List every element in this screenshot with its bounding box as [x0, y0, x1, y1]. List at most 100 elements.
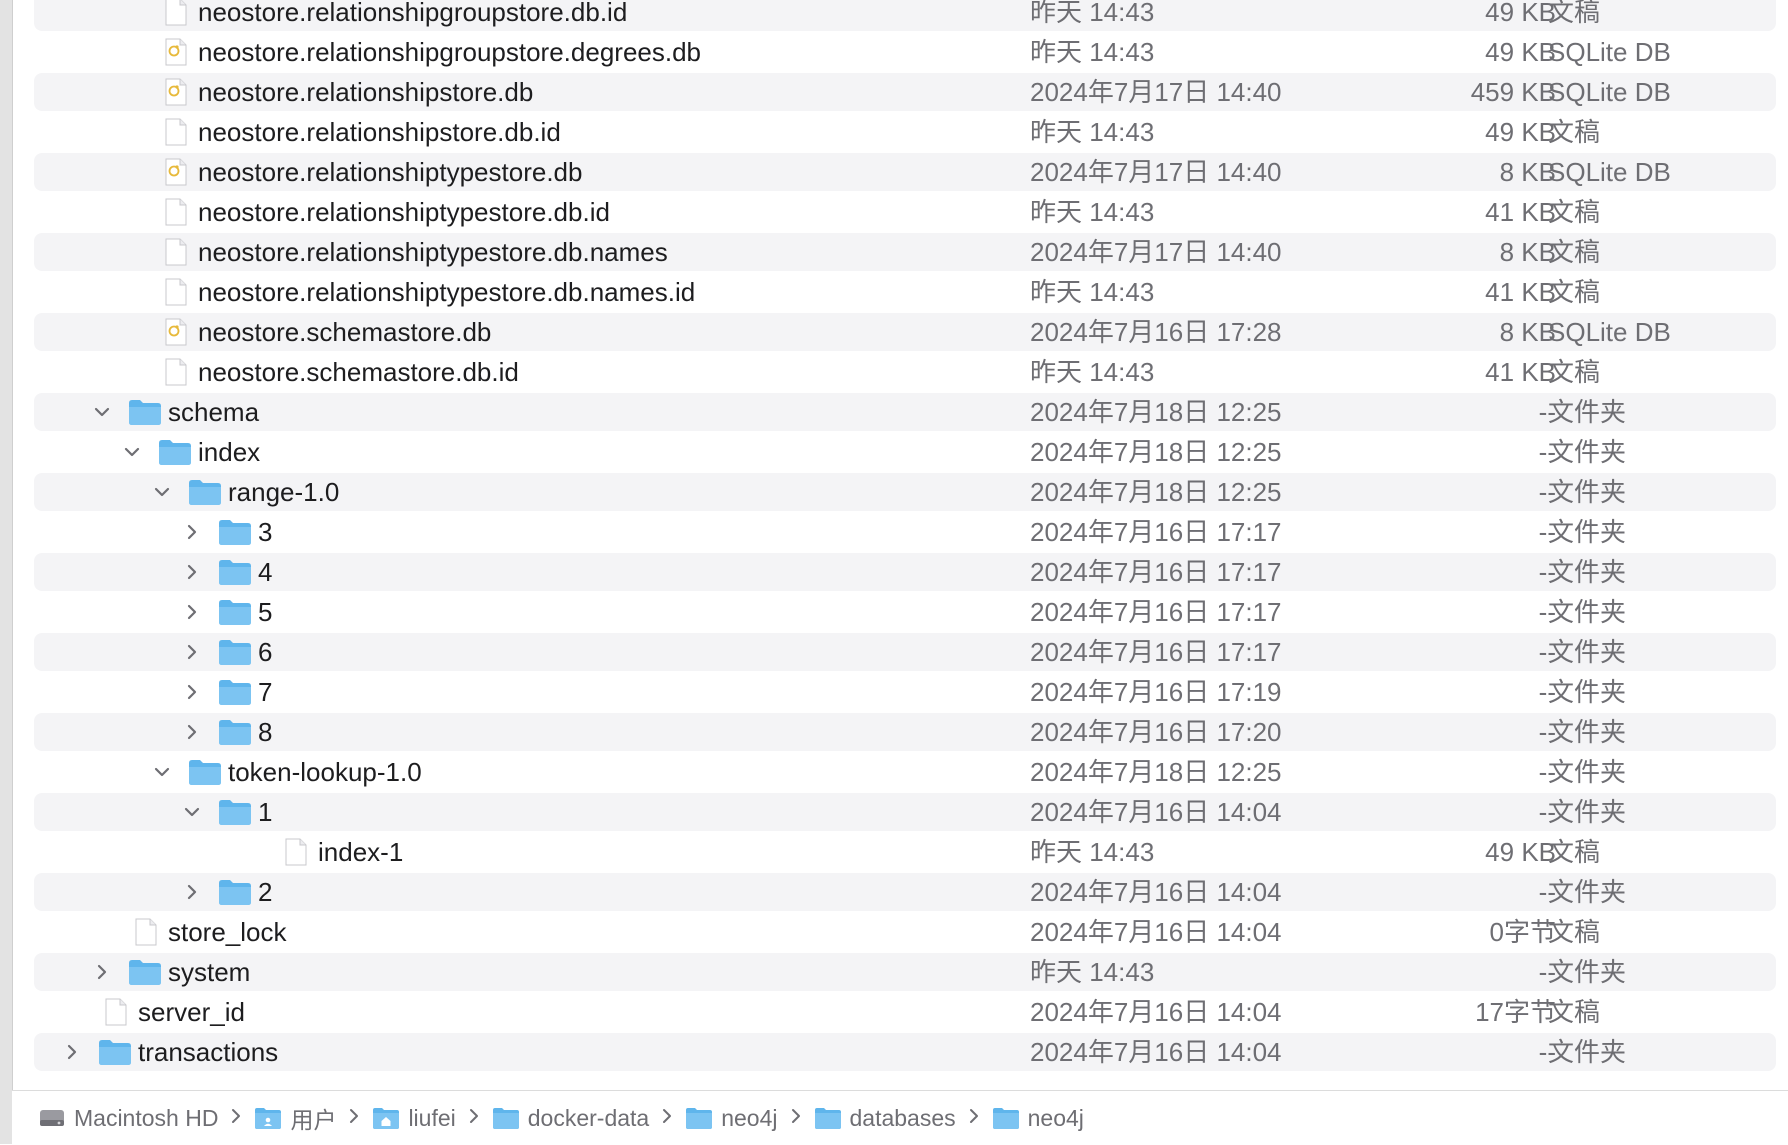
disclosure-collapsed-icon[interactable] [182, 562, 202, 582]
chevron-right-icon [230, 1107, 242, 1130]
file-size: -- [1538, 757, 1556, 787]
folder-row[interactable]: schema 2024年7月18日 12:25 -- 文件夹 [34, 393, 1776, 431]
file-size: 8 KB [1499, 157, 1556, 187]
file-row[interactable]: server_id 2024年7月16日 14:04 17字节 文稿 [34, 993, 1776, 1031]
file-kind: 文件夹 [1548, 397, 1627, 427]
folder-icon [218, 678, 252, 706]
date-modified: 2024年7月18日 12:25 [1030, 397, 1282, 427]
file-size: 8 KB [1499, 317, 1556, 347]
file-row[interactable]: neostore.relationshipgroupstore.db.id 昨天 … [34, 0, 1776, 31]
file-row[interactable]: neostore.schemastore.db.id 昨天 14:43 41 KB 文… [34, 353, 1776, 391]
disclosure-expanded-icon[interactable] [152, 762, 172, 782]
disclosure-collapsed-icon[interactable] [62, 1042, 82, 1062]
path-bar-item[interactable]: 用户 [254, 1101, 336, 1135]
path-bar-label: 用户 [290, 1107, 337, 1133]
disclosure-collapsed-icon[interactable] [182, 642, 202, 662]
folder-row[interactable]: 6 2024年7月16日 17:17 -- 文件夹 [34, 633, 1776, 671]
date-modified: 昨天 14:43 [1030, 197, 1155, 227]
folder-row[interactable]: 5 2024年7月16日 17:17 -- 文件夹 [34, 593, 1776, 631]
file-kind: 文件夹 [1548, 637, 1627, 667]
folder-row[interactable]: range-1.0 2024年7月18日 12:25 -- 文件夹 [34, 473, 1776, 511]
file-size: -- [1538, 797, 1556, 827]
chevron-right-icon [661, 1107, 673, 1130]
file-name: system [168, 957, 251, 987]
disclosure-collapsed-icon[interactable] [182, 882, 202, 902]
document-icon [158, 358, 192, 386]
file-row[interactable]: neostore.relationshipgroupstore.degrees.… [34, 33, 1776, 71]
folder-row[interactable]: system 昨天 14:43 -- 文件夹 [34, 953, 1776, 991]
folder-row[interactable]: 1 2024年7月16日 14:04 -- 文件夹 [34, 793, 1776, 831]
folder-row[interactable]: 4 2024年7月16日 17:17 -- 文件夹 [34, 553, 1776, 591]
disclosure-expanded-icon[interactable] [182, 802, 202, 822]
file-size: 49 KB [1485, 37, 1556, 67]
folder-row[interactable]: 3 2024年7月16日 17:17 -- 文件夹 [34, 513, 1776, 551]
file-size: -- [1538, 397, 1556, 427]
date-modified: 2024年7月16日 17:19 [1030, 677, 1282, 707]
hard-drive-icon [38, 1106, 74, 1130]
file-row[interactable]: index-1 昨天 14:43 49 KB 文稿 [34, 833, 1776, 871]
file-row[interactable]: neostore.relationshiptypestore.db.id 昨天 1… [34, 193, 1776, 231]
disclosure-collapsed-icon[interactable] [92, 962, 112, 982]
file-kind: 文稿 [1548, 0, 1601, 27]
folder-row[interactable]: 8 2024年7月16日 17:20 -- 文件夹 [34, 713, 1776, 751]
file-row[interactable]: neostore.relationshiptypestore.db 2024年7月… [34, 153, 1776, 191]
date-modified: 2024年7月16日 14:04 [1030, 917, 1282, 947]
file-size: -- [1538, 877, 1556, 907]
disclosure-collapsed-icon[interactable] [182, 602, 202, 622]
path-bar-item[interactable]: liufei [372, 1105, 456, 1132]
file-kind: 文件夹 [1548, 517, 1627, 547]
disclosure-expanded-icon[interactable] [92, 402, 112, 422]
file-name: schema [168, 397, 260, 427]
file-row[interactable]: neostore.relationshiptypestore.db.names.… [34, 273, 1776, 311]
date-modified: 昨天 14:43 [1030, 957, 1155, 987]
date-modified: 2024年7月16日 14:04 [1030, 1037, 1282, 1067]
file-name: range-1.0 [228, 477, 340, 507]
folder-row[interactable]: transactions 2024年7月16日 14:04 -- 文件夹 [34, 1033, 1776, 1071]
path-bar-label: neo4j [721, 1104, 778, 1131]
file-size: 41 KB [1485, 357, 1556, 387]
path-bar-item[interactable]: docker-data [492, 1105, 649, 1132]
document-icon [128, 918, 162, 946]
file-name: store_lock [168, 917, 287, 947]
folder-row[interactable]: token-lookup-1.0 2024年7月18日 12:25 -- 文件夹 [34, 753, 1776, 791]
file-row[interactable]: store_lock 2024年7月16日 14:04 0字节 文稿 [34, 913, 1776, 951]
path-bar-item[interactable]: neo4j [992, 1105, 1084, 1132]
folder-row[interactable]: 7 2024年7月16日 17:19 -- 文件夹 [34, 673, 1776, 711]
disclosure-collapsed-icon[interactable] [182, 722, 202, 742]
file-name: 4 [258, 557, 273, 587]
file-name: 6 [258, 637, 273, 667]
file-size: 17字节 [1475, 997, 1556, 1027]
document-icon [158, 0, 192, 26]
date-modified: 2024年7月18日 12:25 [1030, 757, 1282, 787]
disclosure-collapsed-icon[interactable] [182, 682, 202, 702]
file-kind: 文件夹 [1548, 437, 1627, 467]
folder-icon [218, 638, 252, 666]
path-bar-item[interactable]: databases [814, 1105, 956, 1132]
file-size: -- [1538, 637, 1556, 667]
file-name: index [198, 437, 261, 467]
file-name: 7 [258, 677, 273, 707]
path-bar-item[interactable]: Macintosh HD [38, 1105, 218, 1132]
file-name: neostore.relationshipstore.db [198, 77, 534, 107]
file-name: 3 [258, 517, 273, 547]
file-row[interactable]: neostore.relationshiptypestore.db.names 2… [34, 233, 1776, 271]
file-row[interactable]: neostore.relationshipstore.db 2024年7月17日 … [34, 73, 1776, 111]
file-row[interactable]: neostore.schemastore.db 2024年7月16日 17:28 8… [34, 313, 1776, 351]
folder-row[interactable]: 2 2024年7月16日 14:04 -- 文件夹 [34, 873, 1776, 911]
file-kind: 文件夹 [1548, 677, 1627, 707]
sqlite-db-icon [158, 38, 192, 66]
file-size: -- [1538, 597, 1556, 627]
folder-icon [218, 718, 252, 746]
folder-icon [992, 1106, 1028, 1130]
file-size: -- [1538, 557, 1556, 587]
folder-row[interactable]: index 2024年7月18日 12:25 -- 文件夹 [34, 433, 1776, 471]
date-modified: 2024年7月16日 17:20 [1030, 717, 1282, 747]
file-size: -- [1538, 437, 1556, 467]
disclosure-expanded-icon[interactable] [152, 482, 172, 502]
disclosure-collapsed-icon[interactable] [182, 522, 202, 542]
file-kind: 文稿 [1548, 277, 1601, 307]
disclosure-expanded-icon[interactable] [122, 442, 142, 462]
file-row[interactable]: neostore.relationshipstore.db.id 昨天 14:43… [34, 113, 1776, 151]
path-bar-item[interactable]: neo4j [685, 1104, 778, 1132]
sqlite-db-icon [158, 158, 192, 186]
